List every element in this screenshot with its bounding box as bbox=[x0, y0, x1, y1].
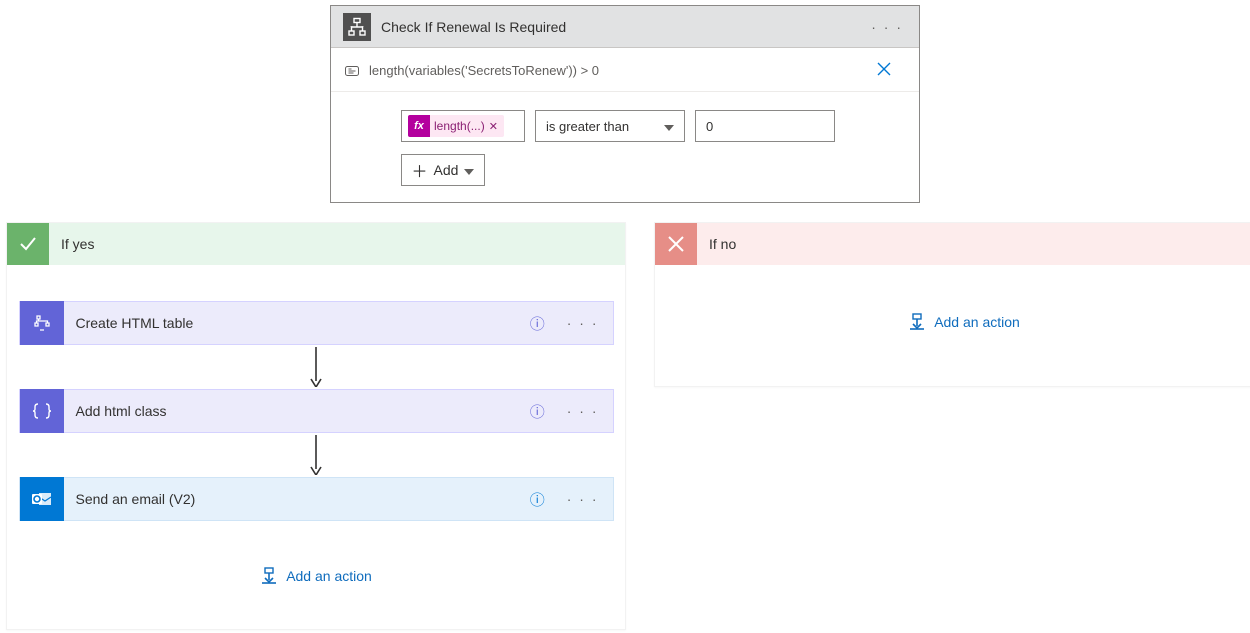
chevron-down-icon bbox=[464, 162, 474, 178]
add-action-label: Add an action bbox=[286, 568, 372, 584]
fx-icon: fx bbox=[408, 115, 430, 137]
action-menu-button[interactable]: · · · bbox=[563, 491, 603, 507]
data-operations-icon bbox=[20, 389, 64, 433]
operator-label: is greater than bbox=[546, 119, 629, 134]
action-add-html-class[interactable]: Add html class ⓘ · · · bbox=[19, 389, 614, 433]
help-icon[interactable]: ⓘ bbox=[530, 313, 545, 334]
cross-icon bbox=[655, 223, 697, 265]
condition-icon bbox=[343, 13, 371, 41]
condition-title: Check If Renewal Is Required bbox=[381, 19, 867, 35]
action-menu-button[interactable]: · · · bbox=[563, 403, 603, 419]
condition-body: fx length(...) ✕ is greater than ＋ Add bbox=[331, 92, 919, 202]
expression-token-label: length(...) bbox=[434, 119, 485, 133]
action-title: Add html class bbox=[76, 403, 530, 419]
remove-token-button[interactable]: ✕ bbox=[489, 120, 498, 133]
if-yes-header[interactable]: If yes bbox=[7, 223, 625, 265]
action-title: Send an email (V2) bbox=[76, 491, 530, 507]
condition-row: fx length(...) ✕ is greater than bbox=[401, 110, 905, 142]
if-no-header[interactable]: If no bbox=[655, 223, 1250, 265]
condition-menu-button[interactable]: · · · bbox=[867, 19, 907, 35]
rename-icon bbox=[345, 64, 361, 78]
condition-card: Check If Renewal Is Required · · · lengt… bbox=[330, 5, 920, 203]
data-operations-icon bbox=[20, 301, 64, 345]
right-operand-input[interactable] bbox=[695, 110, 835, 142]
action-title: Create HTML table bbox=[76, 315, 530, 331]
condition-summary-bar: length(variables('SecretsToRenew')) > 0 bbox=[331, 48, 919, 92]
expression-token[interactable]: fx length(...) ✕ bbox=[408, 115, 504, 137]
if-no-label: If no bbox=[709, 236, 736, 252]
condition-header[interactable]: Check If Renewal Is Required · · · bbox=[331, 6, 919, 48]
add-action-icon bbox=[908, 313, 926, 331]
add-condition-label: Add bbox=[434, 162, 459, 178]
add-action-button-yes[interactable]: Add an action bbox=[260, 567, 372, 585]
outlook-icon bbox=[20, 477, 64, 521]
chevron-down-icon bbox=[664, 119, 674, 134]
if-yes-branch: If yes Create HTML table ⓘ · · · Add htm… bbox=[6, 222, 626, 630]
collapse-condition-button[interactable] bbox=[871, 58, 905, 83]
operator-select[interactable]: is greater than bbox=[535, 110, 685, 142]
if-yes-actions: Create HTML table ⓘ · · · Add html class… bbox=[7, 265, 625, 603]
add-action-label: Add an action bbox=[934, 314, 1020, 330]
help-icon[interactable]: ⓘ bbox=[530, 489, 545, 510]
if-yes-label: If yes bbox=[61, 236, 94, 252]
add-action-button-no[interactable]: Add an action bbox=[908, 313, 1020, 331]
add-condition-button[interactable]: ＋ Add bbox=[401, 154, 485, 186]
condition-expression-text: length(variables('SecretsToRenew')) > 0 bbox=[369, 63, 599, 78]
check-icon bbox=[7, 223, 49, 265]
add-action-icon bbox=[260, 567, 278, 585]
action-send-email-v2[interactable]: Send an email (V2) ⓘ · · · bbox=[19, 477, 614, 521]
plus-icon: ＋ bbox=[412, 158, 428, 182]
flow-arrow bbox=[309, 347, 323, 387]
help-icon[interactable]: ⓘ bbox=[530, 401, 545, 422]
left-operand-field[interactable]: fx length(...) ✕ bbox=[401, 110, 525, 142]
flow-arrow bbox=[309, 435, 323, 475]
if-no-branch: If no Add an action bbox=[654, 222, 1250, 387]
action-menu-button[interactable]: · · · bbox=[563, 315, 603, 331]
action-create-html-table[interactable]: Create HTML table ⓘ · · · bbox=[19, 301, 614, 345]
